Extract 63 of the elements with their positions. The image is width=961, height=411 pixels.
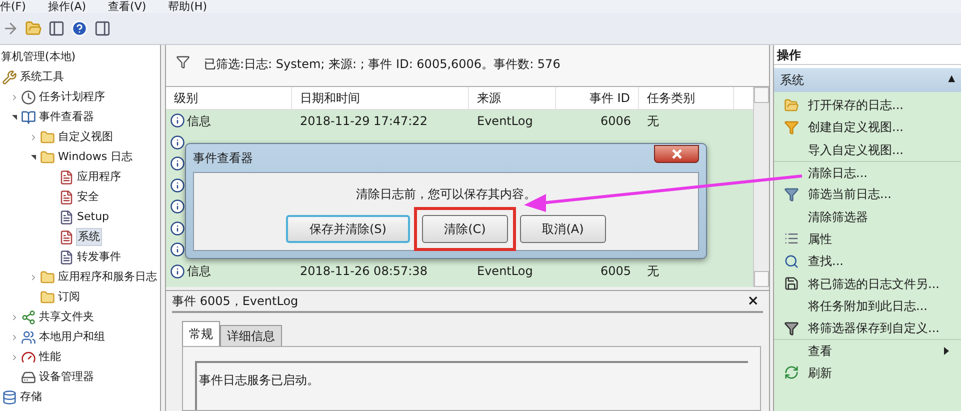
menu-item[interactable]: 件(F) <box>0 1 26 13</box>
tree-item[interactable]: 任务计划程序 <box>38 88 106 106</box>
tree-item[interactable]: 订阅 <box>57 288 81 306</box>
column-header[interactable]: 事件 ID <box>556 87 639 109</box>
action-item[interactable]: 查找... <box>808 252 844 270</box>
table-cell: 2018-11-29 17:47:22 <box>300 114 428 128</box>
tree-item[interactable]: 转发事件 <box>76 248 122 266</box>
dialog-button[interactable]: 取消(A) <box>520 215 606 243</box>
column-header[interactable]: 任务类别 <box>639 87 734 109</box>
filter-summary: 已筛选:日志: System; 来源: ; 事件 ID: 6005,6006。事件数: 576 <box>204 56 560 73</box>
menu-item[interactable]: 查看(V) <box>108 1 146 13</box>
table-cell: 无 <box>647 264 659 278</box>
column-header[interactable]: 级别 <box>166 87 292 109</box>
dialog-button[interactable]: 清除(C) <box>422 215 508 243</box>
table-cell-text: 6005 <box>600 263 631 280</box>
tree-item[interactable]: 应用程序和服务日志 <box>57 268 158 286</box>
tree-item[interactable]: 共享文件夹 <box>38 308 95 326</box>
action-item[interactable]: 清除筛选器 <box>808 208 868 226</box>
action-item[interactable]: 属性 <box>808 230 832 248</box>
action-item[interactable]: 将任务附加到此日志... <box>808 296 928 315</box>
collapse-icon[interactable]: ▲ <box>948 73 955 87</box>
action-item[interactable]: 查看 <box>808 342 832 360</box>
section-header[interactable]: 系统 ▲ <box>774 68 961 92</box>
dialog-message: 清除日志前，您可以保存其内容。 <box>356 186 536 203</box>
tree-item[interactable]: 系统工具 <box>19 68 65 86</box>
close-button[interactable]: × <box>743 294 763 308</box>
action-item[interactable]: 将已筛选的日志文件另... <box>808 274 940 293</box>
menu-item[interactable]: 帮助(H) <box>168 1 207 13</box>
tree-item[interactable]: 自定义视图 <box>57 128 114 146</box>
column-header[interactable]: 来源 <box>469 87 556 109</box>
tree-item[interactable]: 算机管理(本地) <box>0 48 77 66</box>
tab[interactable]: 详细信息 <box>220 325 282 346</box>
action-item[interactable]: 创建自定义视图... <box>808 118 904 136</box>
tree-item[interactable]: 应用程序 <box>76 168 122 186</box>
table-cell: 无 <box>647 114 659 128</box>
panel-header: 操作 <box>774 45 961 65</box>
table-cell: 2018-11-26 08:57:38 <box>300 264 428 278</box>
tree-item[interactable]: 性能 <box>38 348 62 366</box>
tree-item[interactable]: 系统 <box>76 228 102 246</box>
dialog-title: 事件查看器 <box>193 150 253 167</box>
action-item[interactable]: 清除日志... <box>808 164 868 182</box>
tree-item[interactable]: Windows 日志 <box>57 148 134 166</box>
menu-item[interactable]: 操作(A) <box>48 1 86 13</box>
pane-title: 事件 6005，EventLog <box>172 293 298 310</box>
table-cell: EventLog <box>477 264 533 278</box>
column-header[interactable]: 日期和时间 <box>292 87 469 109</box>
tree-item[interactable]: Setup <box>76 208 110 226</box>
tree-item[interactable]: 安全 <box>76 188 100 206</box>
tree-item[interactable]: 存储 <box>19 388 43 406</box>
tab[interactable]: 常规 <box>182 321 220 346</box>
action-item[interactable]: 打开保存的日志... <box>808 96 904 114</box>
tree-item[interactable]: 本地用户和组 <box>38 328 106 346</box>
table-cell-text: 6006 <box>600 112 631 130</box>
table-cell-text: 信息 <box>187 112 211 130</box>
table-cell: EventLog <box>477 114 533 128</box>
action-item[interactable]: 将筛选器保存到自定义... <box>808 319 940 338</box>
action-item[interactable]: 导入自定义视图... <box>808 140 904 159</box>
action-item[interactable]: 筛选当前日志... <box>808 185 892 204</box>
tree-item[interactable]: 设备管理器 <box>38 368 95 386</box>
action-item[interactable]: 刷新 <box>808 364 832 382</box>
dialog-button[interactable]: 保存并清除(S) <box>286 215 410 243</box>
table-cell-text: 信息 <box>187 263 211 280</box>
tree-item[interactable]: 事件查看器 <box>38 108 95 126</box>
